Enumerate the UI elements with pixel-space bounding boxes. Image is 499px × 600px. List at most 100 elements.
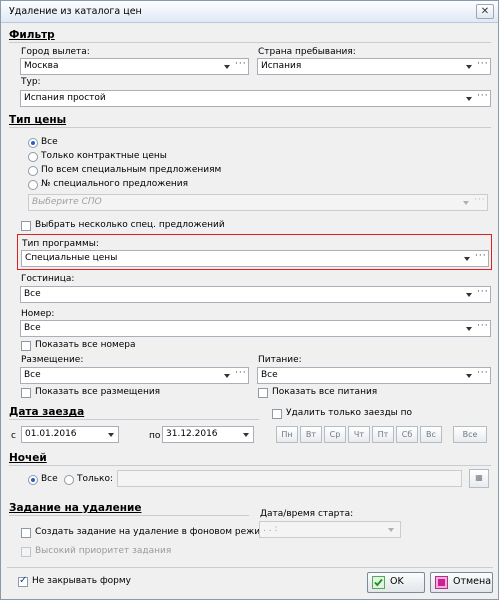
day-button-thu[interactable]: Чт [348,426,370,443]
chevron-down-icon [463,201,469,205]
city-label: Город вылета: [21,47,90,57]
start-time-value: . . : [263,524,278,534]
show-rooms-label: Показать все номера [35,340,136,350]
divider [9,515,249,516]
tour-label: Тур: [21,77,41,87]
meal-label: Питание: [258,355,302,365]
radio-all-special[interactable] [28,166,38,176]
day-button-sun[interactable]: Вс [420,426,442,443]
create-task-checkbox[interactable] [21,528,31,538]
day-button-wed[interactable]: Ср [324,426,346,443]
date-to-label: по [149,431,161,441]
date-to-input[interactable]: 31.12.2016 [162,426,254,443]
cancel-button[interactable]: Отмена [430,572,493,593]
price-type-heading: Тип цены [9,114,67,126]
keep-open-checkbox[interactable] [18,575,28,587]
spo-placeholder: Выберите СПО [32,197,102,207]
divider [9,42,491,43]
start-time-label: Дата/время старта: [260,509,354,519]
date-from-value: 01.01.2016 [25,429,77,439]
hotel-select[interactable]: Все ··· [20,286,491,303]
only-days-checkbox[interactable] [272,409,282,419]
task-heading: Задание на удаление [9,502,142,514]
radio-contract[interactable] [28,152,38,162]
chevron-down-icon [224,65,230,69]
chevron-down-icon [388,528,394,532]
ok-label: OK [390,576,404,587]
chevron-down-icon [243,433,249,437]
window-title: Удаление из каталога цен [9,6,142,17]
radio-special-number[interactable] [28,180,38,190]
nights-all-label: Все [41,474,58,484]
arrival-heading: Дата заезда [9,406,85,418]
close-icon[interactable]: ✕ [476,4,494,19]
cancel-label: Отмена [453,576,492,587]
radio-all[interactable] [28,138,38,148]
program-type-label: Тип программы: [22,239,99,249]
country-select[interactable]: Испания ··· [257,58,491,75]
ellipsis-icon[interactable]: ··· [477,287,489,297]
tour-value: Испания простой [24,93,106,103]
accommodation-select[interactable]: Все ··· [20,367,249,384]
hotel-value: Все [24,289,41,299]
multi-spo-checkbox[interactable] [21,221,31,231]
cancel-icon [435,576,448,589]
calendar-grid-icon[interactable]: ▦ [469,469,489,488]
option-special-number-label: № специального предложения [41,179,189,189]
nights-only-radio[interactable] [64,475,74,485]
show-accommodation-label: Показать все размещения [35,387,161,397]
date-from-input[interactable]: 01.01.2016 [21,426,119,443]
day-button-all[interactable]: Все [453,426,487,443]
chevron-down-icon [466,327,472,331]
divider [9,465,491,466]
room-label: Номер: [21,309,55,319]
chevron-down-icon [466,65,472,69]
tour-select[interactable]: Испания простой ··· [20,90,491,107]
high-priority-checkbox[interactable] [21,547,31,557]
title-bar: Удаление из каталога цен ✕ [1,1,498,23]
accommodation-label: Размещение: [21,355,84,365]
day-button-fri[interactable]: Пт [372,426,394,443]
ellipsis-icon[interactable]: ··· [477,59,489,69]
option-contract-label: Только контрактные цены [41,151,167,161]
start-time-input[interactable]: . . : [259,521,401,538]
nights-only-label: Только: [77,474,114,484]
program-type-value: Специальные цены [25,253,118,263]
room-select[interactable]: Все ··· [20,320,491,337]
ok-button[interactable]: OK [367,572,425,593]
day-button-mon[interactable]: Пн [276,426,298,443]
high-priority-label: Высокий приоритет задания [35,546,172,556]
program-type-select[interactable]: Специальные цены ··· [21,250,489,267]
country-value: Испания [261,61,302,71]
nights-input[interactable] [117,470,462,487]
ellipsis-icon[interactable]: ··· [475,251,487,261]
checkmark-icon [372,576,385,589]
nights-heading: Ночей [9,452,47,464]
show-rooms-checkbox[interactable] [21,341,31,351]
day-button-sat[interactable]: Сб [396,426,418,443]
ellipsis-icon[interactable]: ··· [477,321,489,331]
ellipsis-icon[interactable]: ··· [477,91,489,101]
ellipsis-icon[interactable]: ··· [474,195,486,205]
day-button-tue[interactable]: Вт [300,426,322,443]
ellipsis-icon[interactable]: ··· [477,368,489,378]
room-value: Все [24,323,41,333]
ellipsis-icon[interactable]: ··· [235,59,247,69]
chevron-down-icon [466,97,472,101]
meal-select[interactable]: Все ··· [257,367,491,384]
divider [9,127,491,128]
show-meals-checkbox[interactable] [258,388,268,398]
show-accommodation-checkbox[interactable] [21,388,31,398]
date-from-label: с [11,431,16,441]
ellipsis-icon[interactable]: ··· [235,368,247,378]
multi-spo-label: Выбрать несколько спец. предложений [35,220,225,230]
option-all-special-label: По всем специальным предложениям [41,165,222,175]
spo-select[interactable]: Выберите СПО ··· [28,194,488,211]
chevron-down-icon [466,293,472,297]
city-value: Москва [24,61,59,71]
chevron-down-icon [108,433,114,437]
option-all-label: Все [41,137,58,147]
nights-all-radio[interactable] [28,475,38,485]
chevron-down-icon [464,257,470,261]
city-select[interactable]: Москва ··· [20,58,249,75]
